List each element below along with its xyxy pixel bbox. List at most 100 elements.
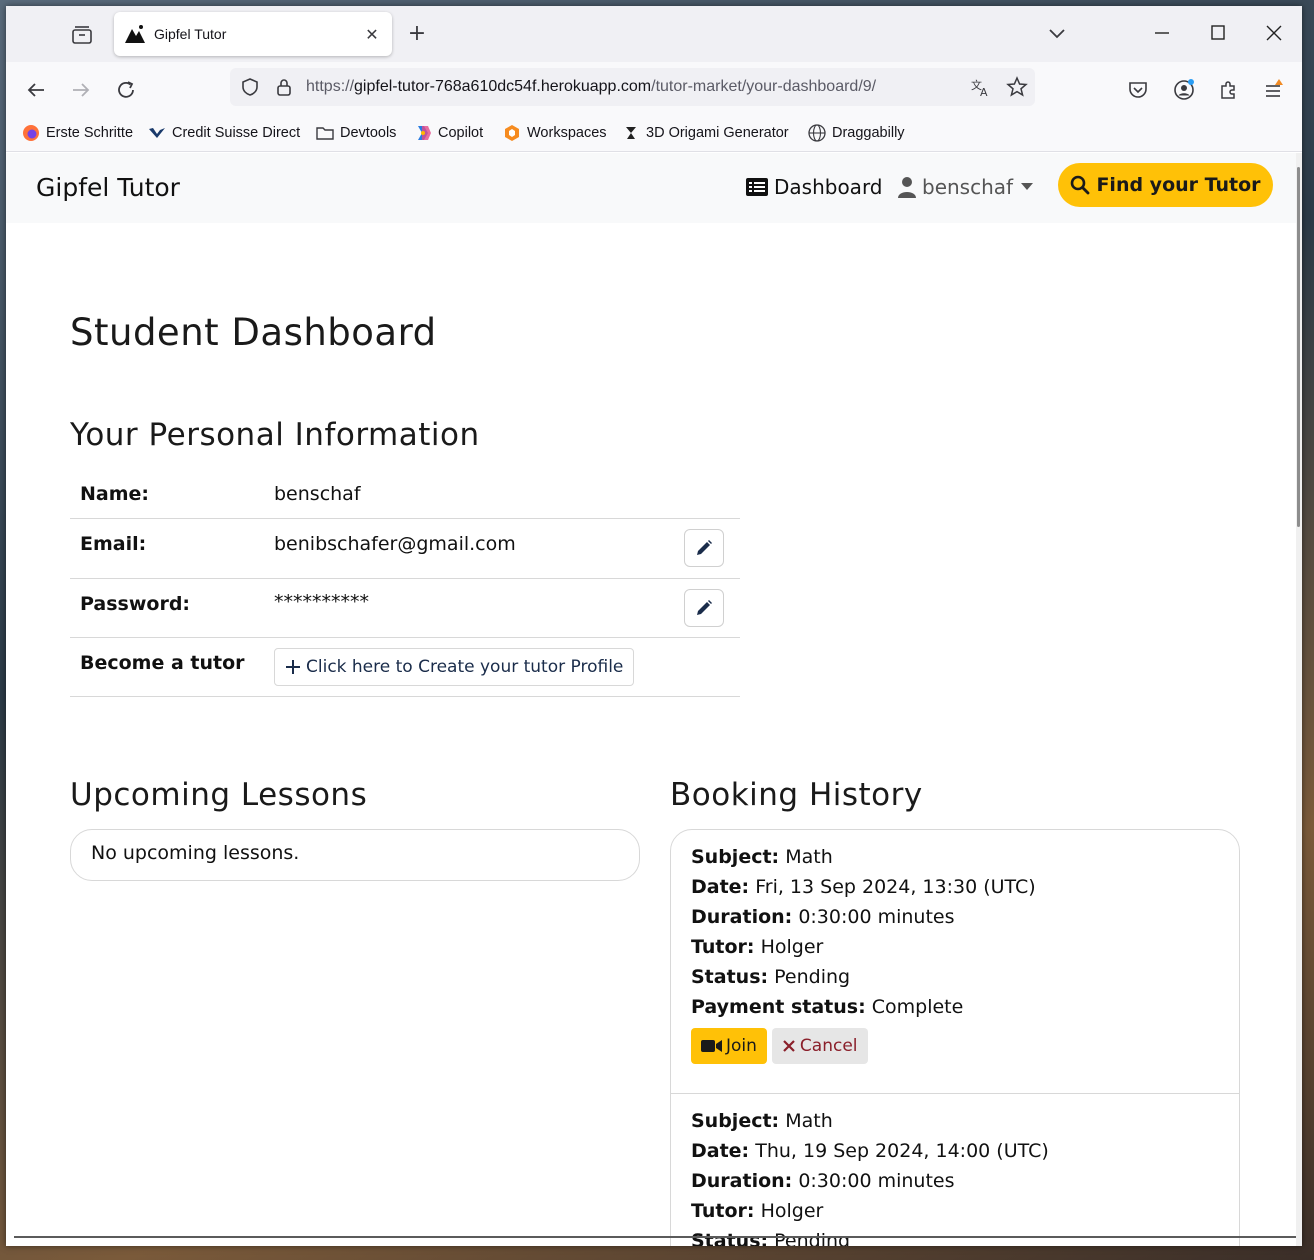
- globe-icon: [808, 124, 826, 142]
- list-icon: [746, 178, 768, 196]
- plus-icon: [285, 659, 301, 675]
- booking-status: Status: Pending: [691, 962, 1219, 992]
- copilot-icon: [414, 124, 432, 142]
- name-value: benschaf: [274, 483, 361, 505]
- bookmark-workspaces[interactable]: Workspaces: [503, 124, 607, 142]
- svg-text:A: A: [980, 86, 988, 98]
- shield-icon[interactable]: [240, 77, 260, 97]
- create-tutor-profile-button[interactable]: Click here to Create your tutor Profile: [274, 648, 635, 686]
- site-brand[interactable]: Gipfel Tutor: [36, 173, 180, 202]
- booking-date: Date: Fri, 13 Sep 2024, 13:30 (UTC): [691, 872, 1219, 902]
- video-camera-icon: [701, 1038, 723, 1054]
- date-value: Fri, 13 Sep 2024, 13:30 (UTC): [755, 876, 1036, 898]
- close-icon: [782, 1039, 796, 1053]
- duration-value: 0:30:00 minutes: [798, 1170, 955, 1192]
- url-bar[interactable]: https://gipfel-tutor-768a610dc54f.heroku…: [230, 68, 1035, 106]
- booking-tutor: Tutor: Holger: [691, 1196, 1219, 1226]
- status-value: Pending: [774, 966, 851, 988]
- user-name: benschaf: [922, 175, 1014, 199]
- payment-label: Payment status:: [691, 996, 866, 1018]
- upcoming-lessons-card: No upcoming lessons.: [70, 829, 640, 881]
- maximize-icon[interactable]: [1206, 22, 1230, 44]
- booking-subject: Subject: Math: [691, 1106, 1219, 1136]
- bookmark-label: Copilot: [438, 125, 484, 141]
- minimize-icon[interactable]: [1150, 22, 1174, 44]
- subject-label: Subject:: [691, 846, 780, 868]
- chevron-down-icon[interactable]: [1046, 22, 1068, 44]
- tutor-value: Holger: [760, 936, 824, 958]
- personal-info-heading: Your Personal Information: [70, 417, 480, 453]
- upcoming-lessons-heading: Upcoming Lessons: [70, 777, 368, 813]
- bookmark-label: Devtools: [340, 125, 397, 141]
- booking-duration: Duration: 0:30:00 minutes: [691, 902, 1219, 932]
- menu-icon[interactable]: [1262, 78, 1286, 102]
- bookmark-origami[interactable]: 3D Origami Generator: [622, 124, 789, 142]
- create-tutor-label: Click here to Create your tutor Profile: [306, 657, 624, 677]
- date-value: Thu, 19 Sep 2024, 14:00 (UTC): [755, 1140, 1049, 1162]
- extensions-icon[interactable]: [1217, 78, 1241, 102]
- tutor-label: Tutor:: [691, 1200, 755, 1222]
- bookmark-label: Workspaces: [527, 125, 607, 141]
- date-label: Date:: [691, 1140, 750, 1162]
- user-dropdown[interactable]: benschaf: [898, 175, 1034, 199]
- origami-icon: [622, 124, 640, 142]
- cancel-label: Cancel: [799, 1036, 858, 1056]
- nav-dashboard-link[interactable]: Dashboard: [746, 175, 883, 199]
- table-row-name: Name: benschaf: [70, 467, 740, 519]
- new-tab-icon[interactable]: +: [404, 22, 430, 48]
- booking-date: Date: Thu, 19 Sep 2024, 14:00 (UTC): [691, 1136, 1219, 1166]
- bookmark-draggabilly[interactable]: Draggabilly: [808, 124, 905, 142]
- edit-password-button[interactable]: [684, 589, 724, 627]
- status-value: Pending: [774, 1230, 851, 1246]
- bookmark-erste-schritte[interactable]: Erste Schritte: [22, 124, 133, 142]
- reload-icon[interactable]: [112, 76, 140, 104]
- forward-icon[interactable]: [67, 76, 95, 104]
- credit-suisse-icon: [148, 124, 166, 142]
- find-tutor-label: Find your Tutor: [1096, 174, 1261, 196]
- folder-icon: [316, 124, 334, 142]
- tutor-label: Tutor:: [691, 936, 755, 958]
- password-value: **********: [274, 591, 369, 613]
- bookmark-devtools[interactable]: Devtools: [316, 124, 396, 142]
- no-lessons-text: No upcoming lessons.: [91, 842, 300, 864]
- url-text[interactable]: https://gipfel-tutor-768a610dc54f.heroku…: [306, 78, 876, 96]
- window-bottom-edge: [14, 1236, 1296, 1238]
- firefox-view-icon[interactable]: [64, 20, 100, 50]
- window-close-icon[interactable]: [1262, 22, 1286, 44]
- duration-label: Duration:: [691, 1170, 793, 1192]
- bookmark-copilot[interactable]: Copilot: [414, 124, 483, 142]
- close-tab-icon[interactable]: ✕: [362, 25, 382, 44]
- bookmark-credit-suisse[interactable]: Credit Suisse Direct: [148, 124, 300, 142]
- bookmark-label: Draggabilly: [832, 125, 905, 141]
- user-icon: [898, 176, 916, 198]
- status-label: Status:: [691, 966, 769, 988]
- pocket-icon[interactable]: [1126, 78, 1150, 102]
- join-button[interactable]: Join: [691, 1028, 767, 1064]
- tab-active[interactable]: Gipfel Tutor ✕: [114, 12, 392, 56]
- pencil-icon: [695, 599, 713, 617]
- cancel-button[interactable]: Cancel: [771, 1028, 868, 1064]
- url-prefix: https://: [306, 78, 355, 95]
- name-label: Name:: [80, 483, 150, 505]
- status-label: Status:: [691, 1230, 769, 1246]
- nav-dashboard-label: Dashboard: [774, 175, 883, 199]
- bookmark-star-icon[interactable]: [1006, 76, 1028, 98]
- duration-value: 0:30:00 minutes: [798, 906, 955, 928]
- page-content: Gipfel Tutor Dashboard benschaf Find you…: [6, 153, 1296, 1246]
- edit-email-button[interactable]: [684, 529, 724, 567]
- lock-icon[interactable]: [274, 77, 294, 97]
- scrollbar-thumb[interactable]: [1297, 167, 1300, 527]
- booking-tutor: Tutor: Holger: [691, 932, 1219, 962]
- translate-icon[interactable]: 文A: [970, 76, 992, 99]
- booking-payment: Payment status: Complete: [691, 992, 1219, 1022]
- back-icon[interactable]: [22, 76, 50, 104]
- become-tutor-label: Become a tutor: [80, 652, 245, 674]
- booking-actions: Join Cancel: [691, 1028, 1219, 1064]
- url-path: /tutor-market/your-dashboard/9/: [651, 78, 877, 95]
- table-row-become-tutor: Become a tutor Click here to Create your…: [70, 638, 740, 697]
- payment-value: Complete: [871, 996, 964, 1018]
- account-icon[interactable]: [1172, 78, 1196, 102]
- find-tutor-button[interactable]: Find your Tutor: [1058, 163, 1273, 207]
- site-navbar: Gipfel Tutor Dashboard benschaf Find you…: [6, 153, 1296, 223]
- page-scrollbar[interactable]: [1296, 153, 1302, 1246]
